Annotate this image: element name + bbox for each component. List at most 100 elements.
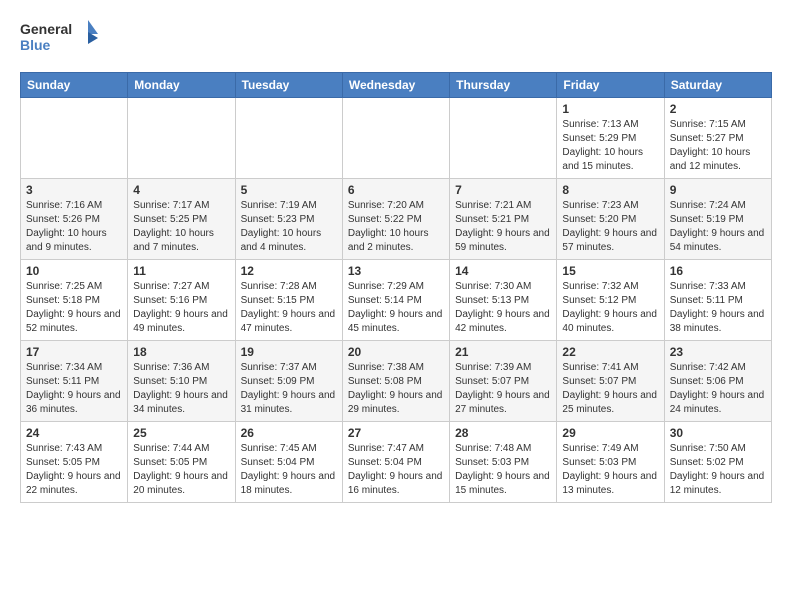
day-number: 8: [562, 183, 658, 197]
day-number: 30: [670, 426, 766, 440]
day-info: Sunrise: 7:32 AM Sunset: 5:12 PM Dayligh…: [562, 280, 658, 336]
calendar-cell: 28 Sunrise: 7:48 AM Sunset: 5:03 PM Dayli…: [450, 422, 557, 503]
day-info: Sunrise: 7:42 AM Sunset: 5:06 PM Dayligh…: [670, 361, 766, 417]
weekday-header-friday: Friday: [557, 73, 664, 98]
calendar-cell: 17 Sunrise: 7:34 AM Sunset: 5:11 PM Dayli…: [21, 341, 128, 422]
calendar-cell: 13 Sunrise: 7:29 AM Sunset: 5:14 PM Dayli…: [342, 260, 449, 341]
weekday-header-wednesday: Wednesday: [342, 73, 449, 98]
day-number: 26: [241, 426, 337, 440]
calendar-cell: 7Sunrise: 7:21 AM Sunset: 5:21 PM Daylig…: [450, 179, 557, 260]
calendar-cell: 3 Sunrise: 7:16 AM Sunset: 5:26 PM Daylig…: [21, 179, 128, 260]
day-number: 2: [670, 102, 766, 116]
svg-text:General: General: [20, 21, 72, 37]
calendar-cell: 18 Sunrise: 7:36 AM Sunset: 5:10 PM Dayli…: [128, 341, 235, 422]
day-number: 9: [670, 183, 766, 197]
calendar-week-2: 3 Sunrise: 7:16 AM Sunset: 5:26 PM Daylig…: [21, 179, 772, 260]
calendar-cell: [235, 98, 342, 179]
day-number: 27: [348, 426, 444, 440]
day-number: 24: [26, 426, 122, 440]
calendar-cell: 4 Sunrise: 7:17 AM Sunset: 5:25 PM Daylig…: [128, 179, 235, 260]
calendar-cell: 9Sunrise: 7:24 AM Sunset: 5:19 PM Daylig…: [664, 179, 771, 260]
calendar-cell: [450, 98, 557, 179]
calendar-cell: 24 Sunrise: 7:43 AM Sunset: 5:05 PM Dayli…: [21, 422, 128, 503]
day-info: Sunrise: 7:36 AM Sunset: 5:10 PM Dayligh…: [133, 361, 229, 417]
day-info: Sunrise: 7:30 AM Sunset: 5:13 PM Dayligh…: [455, 280, 551, 336]
calendar-week-3: 10Sunrise: 7:25 AM Sunset: 5:18 PM Dayli…: [21, 260, 772, 341]
calendar-cell: 20 Sunrise: 7:38 AM Sunset: 5:08 PM Dayli…: [342, 341, 449, 422]
day-number: 4: [133, 183, 229, 197]
day-number: 3: [26, 183, 122, 197]
day-info: Sunrise: 7:39 AM Sunset: 5:07 PM Dayligh…: [455, 361, 551, 417]
calendar-cell: 11 Sunrise: 7:27 AM Sunset: 5:16 PM Dayli…: [128, 260, 235, 341]
day-info: Sunrise: 7:47 AM Sunset: 5:04 PM Dayligh…: [348, 442, 444, 498]
day-info: Sunrise: 7:16 AM Sunset: 5:26 PM Dayligh…: [26, 199, 122, 255]
calendar-cell: 12 Sunrise: 7:28 AM Sunset: 5:15 PM Dayli…: [235, 260, 342, 341]
weekday-header-thursday: Thursday: [450, 73, 557, 98]
day-number: 18: [133, 345, 229, 359]
day-info: Sunrise: 7:49 AM Sunset: 5:03 PM Dayligh…: [562, 442, 658, 498]
day-number: 25: [133, 426, 229, 440]
weekday-header-saturday: Saturday: [664, 73, 771, 98]
calendar-week-1: 1Sunrise: 7:13 AM Sunset: 5:29 PM Daylig…: [21, 98, 772, 179]
calendar-cell: 29 Sunrise: 7:49 AM Sunset: 5:03 PM Dayli…: [557, 422, 664, 503]
day-number: 17: [26, 345, 122, 359]
day-info: Sunrise: 7:43 AM Sunset: 5:05 PM Dayligh…: [26, 442, 122, 498]
weekday-header-sunday: Sunday: [21, 73, 128, 98]
calendar-cell: [342, 98, 449, 179]
calendar-cell: 23Sunrise: 7:42 AM Sunset: 5:06 PM Dayli…: [664, 341, 771, 422]
calendar-cell: 10Sunrise: 7:25 AM Sunset: 5:18 PM Dayli…: [21, 260, 128, 341]
day-number: 15: [562, 264, 658, 278]
day-number: 10: [26, 264, 122, 278]
calendar-cell: 16Sunrise: 7:33 AM Sunset: 5:11 PM Dayli…: [664, 260, 771, 341]
weekday-header-row: SundayMondayTuesdayWednesdayThursdayFrid…: [21, 73, 772, 98]
calendar-cell: 6Sunrise: 7:20 AM Sunset: 5:22 PM Daylig…: [342, 179, 449, 260]
calendar-header: SundayMondayTuesdayWednesdayThursdayFrid…: [21, 73, 772, 98]
day-info: Sunrise: 7:48 AM Sunset: 5:03 PM Dayligh…: [455, 442, 551, 498]
day-number: 20: [348, 345, 444, 359]
day-number: 12: [241, 264, 337, 278]
day-info: Sunrise: 7:44 AM Sunset: 5:05 PM Dayligh…: [133, 442, 229, 498]
day-info: Sunrise: 7:15 AM Sunset: 5:27 PM Dayligh…: [670, 118, 766, 174]
calendar-cell: [21, 98, 128, 179]
day-info: Sunrise: 7:41 AM Sunset: 5:07 PM Dayligh…: [562, 361, 658, 417]
day-info: Sunrise: 7:29 AM Sunset: 5:14 PM Dayligh…: [348, 280, 444, 336]
day-info: Sunrise: 7:37 AM Sunset: 5:09 PM Dayligh…: [241, 361, 337, 417]
calendar-cell: 8 Sunrise: 7:23 AM Sunset: 5:20 PM Daylig…: [557, 179, 664, 260]
logo: General Blue: [20, 16, 100, 60]
day-number: 28: [455, 426, 551, 440]
calendar-cell: 14 Sunrise: 7:30 AM Sunset: 5:13 PM Dayli…: [450, 260, 557, 341]
day-info: Sunrise: 7:23 AM Sunset: 5:20 PM Dayligh…: [562, 199, 658, 255]
day-info: Sunrise: 7:50 AM Sunset: 5:02 PM Dayligh…: [670, 442, 766, 498]
calendar-week-4: 17 Sunrise: 7:34 AM Sunset: 5:11 PM Dayli…: [21, 341, 772, 422]
day-number: 14: [455, 264, 551, 278]
day-info: Sunrise: 7:19 AM Sunset: 5:23 PM Dayligh…: [241, 199, 337, 255]
calendar-table: SundayMondayTuesdayWednesdayThursdayFrid…: [20, 72, 772, 503]
day-number: 11: [133, 264, 229, 278]
day-info: Sunrise: 7:38 AM Sunset: 5:08 PM Dayligh…: [348, 361, 444, 417]
calendar-cell: 2 Sunrise: 7:15 AM Sunset: 5:27 PM Daylig…: [664, 98, 771, 179]
day-number: 19: [241, 345, 337, 359]
day-number: 13: [348, 264, 444, 278]
day-number: 22: [562, 345, 658, 359]
day-info: Sunrise: 7:17 AM Sunset: 5:25 PM Dayligh…: [133, 199, 229, 255]
calendar-cell: [128, 98, 235, 179]
logo-svg: General Blue: [20, 16, 100, 60]
svg-text:Blue: Blue: [20, 37, 51, 53]
page-container: General Blue SundayMondayTuesdayWednesda…: [0, 0, 792, 513]
day-info: Sunrise: 7:27 AM Sunset: 5:16 PM Dayligh…: [133, 280, 229, 336]
calendar-cell: 25 Sunrise: 7:44 AM Sunset: 5:05 PM Dayli…: [128, 422, 235, 503]
calendar-cell: 26Sunrise: 7:45 AM Sunset: 5:04 PM Dayli…: [235, 422, 342, 503]
day-info: Sunrise: 7:34 AM Sunset: 5:11 PM Dayligh…: [26, 361, 122, 417]
calendar-cell: 19 Sunrise: 7:37 AM Sunset: 5:09 PM Dayli…: [235, 341, 342, 422]
day-number: 1: [562, 102, 658, 116]
calendar-cell: 1Sunrise: 7:13 AM Sunset: 5:29 PM Daylig…: [557, 98, 664, 179]
calendar-week-5: 24 Sunrise: 7:43 AM Sunset: 5:05 PM Dayli…: [21, 422, 772, 503]
weekday-header-tuesday: Tuesday: [235, 73, 342, 98]
weekday-header-monday: Monday: [128, 73, 235, 98]
calendar-cell: 22 Sunrise: 7:41 AM Sunset: 5:07 PM Dayli…: [557, 341, 664, 422]
day-number: 29: [562, 426, 658, 440]
day-info: Sunrise: 7:28 AM Sunset: 5:15 PM Dayligh…: [241, 280, 337, 336]
calendar-cell: 5Sunrise: 7:19 AM Sunset: 5:23 PM Daylig…: [235, 179, 342, 260]
calendar-cell: 15 Sunrise: 7:32 AM Sunset: 5:12 PM Dayli…: [557, 260, 664, 341]
day-info: Sunrise: 7:21 AM Sunset: 5:21 PM Dayligh…: [455, 199, 551, 255]
